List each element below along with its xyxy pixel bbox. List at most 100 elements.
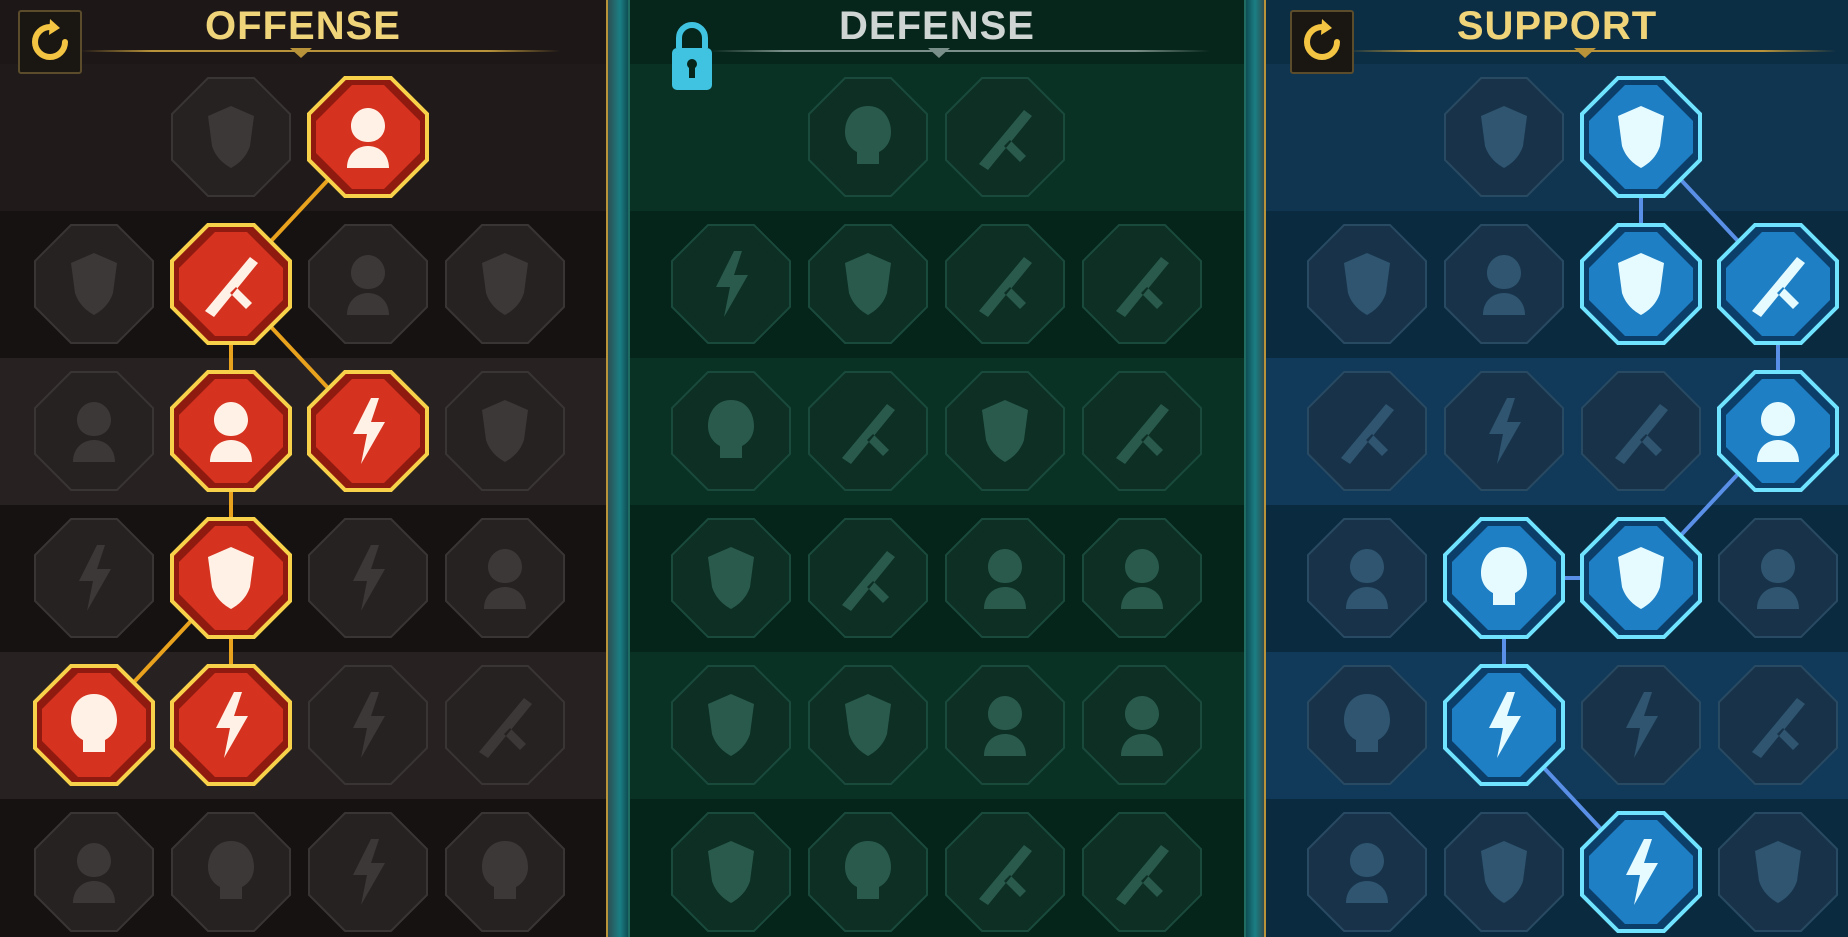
panel-separator [1246, 0, 1264, 937]
skill-node-off-r5-c3[interactable] [307, 664, 429, 786]
skill-node-def-r6-c4[interactable] [1081, 811, 1203, 933]
dripping-heart-icon [445, 224, 565, 344]
skill-node-def-r5-c4[interactable] [1081, 664, 1203, 786]
skill-node-def-r1-c3[interactable] [944, 76, 1066, 198]
parrying-figure-icon [671, 371, 791, 491]
skill-node-off-r5-c1[interactable] [33, 664, 155, 786]
skill-node-sup-r3-c4[interactable] [1717, 370, 1839, 492]
skill-node-def-r4-c3[interactable] [944, 517, 1066, 639]
cracked-heart-vial-icon [808, 224, 928, 344]
skill-node-sup-r1-c2[interactable] [1443, 76, 1565, 198]
spiked-skull-icon [445, 812, 565, 932]
skill-node-def-r4-c4[interactable] [1081, 517, 1203, 639]
skill-node-def-r6-c3[interactable] [944, 811, 1066, 933]
triple-skull-icon [170, 664, 292, 786]
skill-node-sup-r6-c4[interactable] [1717, 811, 1839, 933]
skill-node-sup-r4-c1[interactable] [1306, 517, 1428, 639]
skill-node-def-r2-c3[interactable] [944, 223, 1066, 345]
skill-node-off-r4-c2[interactable] [170, 517, 292, 639]
skill-node-off-r2-c2[interactable] [170, 223, 292, 345]
skill-node-off-r4-c3[interactable] [307, 517, 429, 639]
skeletal-hand-sword-icon [170, 517, 292, 639]
knight-shield-icon [808, 371, 928, 491]
skull-heart-icon [945, 371, 1065, 491]
skill-node-sup-r4-c4[interactable] [1717, 517, 1839, 639]
skill-node-sup-r5-c2[interactable] [1443, 664, 1565, 786]
skill-node-off-r2-c3[interactable] [307, 223, 429, 345]
horned-giant-icon [308, 812, 428, 932]
all-seeing-eye-icon [1581, 665, 1701, 785]
skill-node-sup-r2-c4[interactable] [1717, 223, 1839, 345]
skill-node-sup-r6-c3[interactable] [1580, 811, 1702, 933]
skill-node-off-r2-c1[interactable] [33, 223, 155, 345]
skill-node-def-r4-c1[interactable] [670, 517, 792, 639]
skill-node-sup-r6-c1[interactable] [1306, 811, 1428, 933]
skill-node-sup-r5-c1[interactable] [1306, 664, 1428, 786]
skill-node-def-r3-c1[interactable] [670, 370, 792, 492]
reset-arrow-icon [32, 19, 68, 60]
skill-node-off-r2-c4[interactable] [444, 223, 566, 345]
skill-node-def-r2-c4[interactable] [1081, 223, 1203, 345]
skill-node-sup-r5-c4[interactable] [1717, 664, 1839, 786]
skill-node-off-r5-c4[interactable] [444, 664, 566, 786]
cracked-shield-icon [308, 224, 428, 344]
blessed-figure-icon [1307, 371, 1427, 491]
skill-node-off-r4-c1[interactable] [33, 517, 155, 639]
skill-node-sup-r3-c2[interactable] [1443, 370, 1565, 492]
skill-node-sup-r1-c3[interactable] [1580, 76, 1702, 198]
skill-node-off-r4-c4[interactable] [444, 517, 566, 639]
skill-node-sup-r5-c3[interactable] [1580, 664, 1702, 786]
crossed-swords-icon [171, 77, 291, 197]
offense-reset-button[interactable] [18, 10, 82, 74]
skill-node-off-r6-c1[interactable] [33, 811, 155, 933]
skill-node-off-r3-c4[interactable] [444, 370, 566, 492]
skill-node-sup-r2-c3[interactable] [1580, 223, 1702, 345]
skill-node-off-r6-c2[interactable] [170, 811, 292, 933]
skill-node-off-r1-c3[interactable] [307, 76, 429, 198]
skill-node-off-r3-c3[interactable] [307, 370, 429, 492]
skill-node-def-r1-c2[interactable] [807, 76, 929, 198]
skill-node-def-r3-c2[interactable] [807, 370, 929, 492]
skill-node-sup-r6-c2[interactable] [1443, 811, 1565, 933]
title-notch [928, 48, 950, 58]
skill-node-sup-r3-c1[interactable] [1306, 370, 1428, 492]
raised-fist-icon [945, 77, 1065, 197]
skill-node-sup-r2-c1[interactable] [1306, 223, 1428, 345]
skill-node-def-r2-c1[interactable] [670, 223, 792, 345]
skill-node-def-r3-c4[interactable] [1081, 370, 1203, 492]
title-notch [1574, 48, 1596, 58]
skill-node-def-r2-c2[interactable] [807, 223, 929, 345]
skill-node-sup-r3-c3[interactable] [1580, 370, 1702, 492]
flaming-skull-icon [1580, 223, 1702, 345]
skill-node-off-r6-c3[interactable] [307, 811, 429, 933]
battle-axe-icon [308, 518, 428, 638]
skill-node-sup-r4-c2[interactable] [1443, 517, 1565, 639]
title-notch [290, 48, 312, 58]
eagle-head-icon [1718, 812, 1838, 932]
skill-node-off-r3-c2[interactable] [170, 370, 292, 492]
skill-node-off-r5-c2[interactable] [170, 664, 292, 786]
blood-drops-icon [808, 665, 928, 785]
skill-node-def-r4-c2[interactable] [807, 517, 929, 639]
skill-node-off-r6-c4[interactable] [444, 811, 566, 933]
bull-head-icon [1082, 518, 1202, 638]
horned-warrior-heart-icon [34, 224, 154, 344]
stone-golem-icon [945, 224, 1065, 344]
offense-title: OFFENSE [205, 4, 401, 48]
skill-node-def-r5-c1[interactable] [670, 664, 792, 786]
compass-star-icon [1307, 665, 1427, 785]
skill-node-def-r6-c1[interactable] [670, 811, 792, 933]
skill-node-sup-r4-c3[interactable] [1580, 517, 1702, 639]
skill-node-def-r5-c2[interactable] [807, 664, 929, 786]
skill-node-sup-r2-c2[interactable] [1443, 223, 1565, 345]
skill-node-off-r1-c2[interactable] [170, 76, 292, 198]
crackling-bolt-icon [1581, 371, 1701, 491]
afterimage-figure-icon [1717, 370, 1839, 492]
skill-node-def-r5-c3[interactable] [944, 664, 1066, 786]
scythe-hand-icon [445, 371, 565, 491]
skill-node-def-r6-c2[interactable] [807, 811, 929, 933]
skill-node-def-r3-c3[interactable] [944, 370, 1066, 492]
skill-node-off-r3-c1[interactable] [33, 370, 155, 492]
comet-icon [1443, 517, 1565, 639]
support-reset-button[interactable] [1290, 10, 1354, 74]
